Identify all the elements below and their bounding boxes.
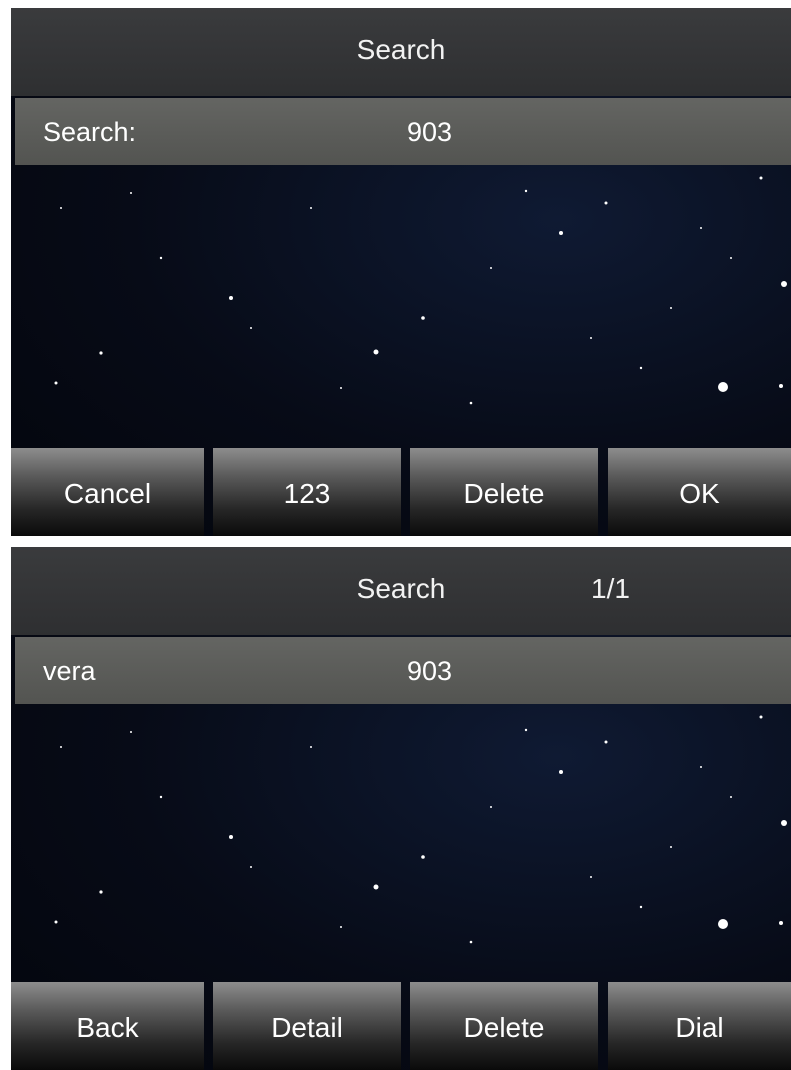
title-bar: Search 1/1 — [11, 547, 791, 635]
contact-name: vera — [43, 656, 96, 686]
softkey-bar: Back Detail Delete Dial — [11, 982, 791, 1070]
delete-button[interactable]: Delete — [410, 982, 598, 1070]
contact-number: 903 — [407, 656, 453, 686]
dial-button[interactable]: Dial — [608, 982, 791, 1070]
cancel-button[interactable]: Cancel — [11, 448, 204, 536]
softkey-bar: Cancel 123 Delete OK — [11, 448, 791, 536]
search-results-screen: Search 1/1 vera 903 Back Detail Delete D… — [11, 547, 791, 1070]
delete-button[interactable]: Delete — [410, 448, 598, 536]
title-bar: Search — [11, 8, 791, 96]
page-title: Search — [356, 573, 446, 604]
detail-button[interactable]: Detail — [213, 982, 401, 1070]
back-button[interactable]: Back — [11, 982, 204, 1070]
search-input-screen: Search Search: 903 Cancel 123 Delete OK — [11, 8, 791, 536]
ok-button[interactable]: OK — [608, 448, 791, 536]
input-mode-button[interactable]: 123 — [213, 448, 401, 536]
contact-list-item[interactable]: vera 903 — [15, 637, 791, 704]
page-indicator: 1/1 — [591, 573, 630, 604]
search-label: Search: — [43, 117, 137, 147]
page-title: Search — [356, 34, 446, 65]
search-field[interactable]: Search: 903 — [15, 98, 791, 165]
search-input[interactable]: 903 — [407, 117, 452, 148]
